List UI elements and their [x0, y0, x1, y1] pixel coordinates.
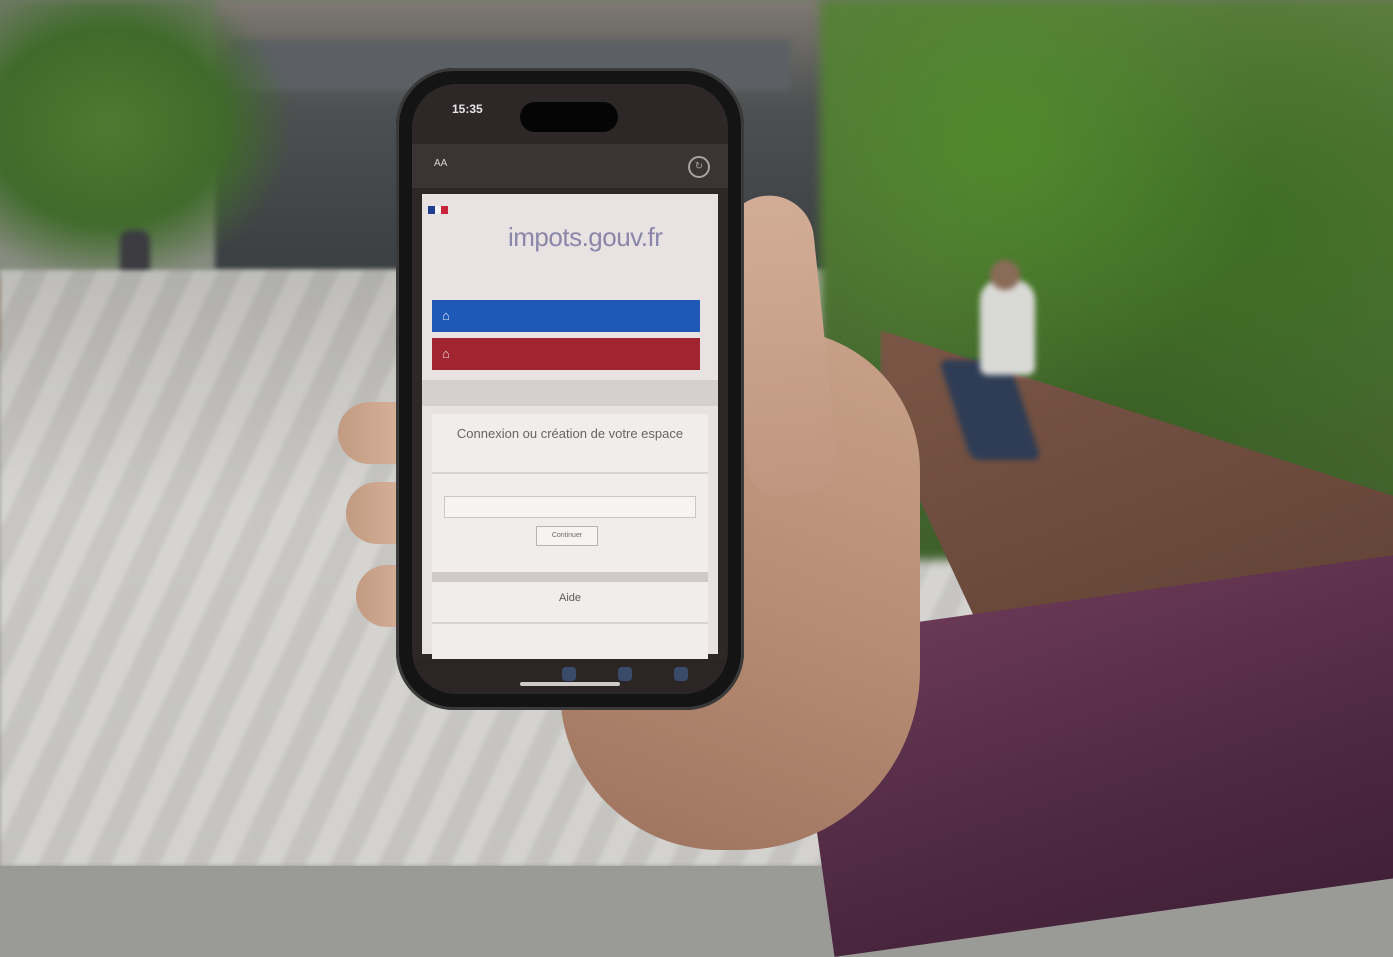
bookmarks-icon[interactable]: [618, 667, 632, 681]
share-icon[interactable]: [562, 667, 576, 681]
espace-particulier-button[interactable]: ⌂: [432, 300, 700, 332]
divider: [432, 472, 708, 474]
seated-person: [938, 260, 1055, 465]
aide-heading: Aide: [558, 592, 582, 604]
browser-toolbar: [412, 659, 728, 694]
web-page: impots.gouv.fr ⌂ ⌂ Connexion ou création…: [422, 194, 718, 664]
status-time: 15:35: [452, 102, 483, 116]
divider: [432, 622, 708, 624]
login-title: Connexion ou création de votre espace: [456, 426, 684, 441]
browser-address-bar[interactable]: AA ↻: [412, 144, 728, 188]
lock-icon: ⌂: [442, 308, 450, 323]
login-card: Connexion ou création de votre espace Co…: [432, 414, 708, 664]
divider: [432, 572, 708, 582]
smartphone: 15:35 AA ↻ impots.gouv.fr ⌂ ⌂ Connexion …: [396, 68, 744, 710]
republique-logo: [428, 206, 478, 264]
tabs-icon[interactable]: [674, 667, 688, 681]
dynamic-island: [520, 102, 618, 132]
flag-icon: [428, 206, 449, 214]
fiscal-number-input[interactable]: [444, 496, 696, 518]
building-icon: ⌂: [442, 346, 450, 361]
reload-icon[interactable]: ↻: [688, 156, 710, 178]
breadcrumb: [422, 380, 718, 406]
home-indicator: [520, 682, 620, 686]
continue-button[interactable]: Continuer: [536, 526, 598, 546]
site-brand[interactable]: impots.gouv.fr: [508, 222, 663, 253]
phone-screen: 15:35 AA ↻ impots.gouv.fr ⌂ ⌂ Connexion …: [412, 84, 728, 694]
reader-aa-button[interactable]: AA: [434, 158, 447, 169]
espace-professionnel-button[interactable]: ⌂: [432, 338, 700, 370]
